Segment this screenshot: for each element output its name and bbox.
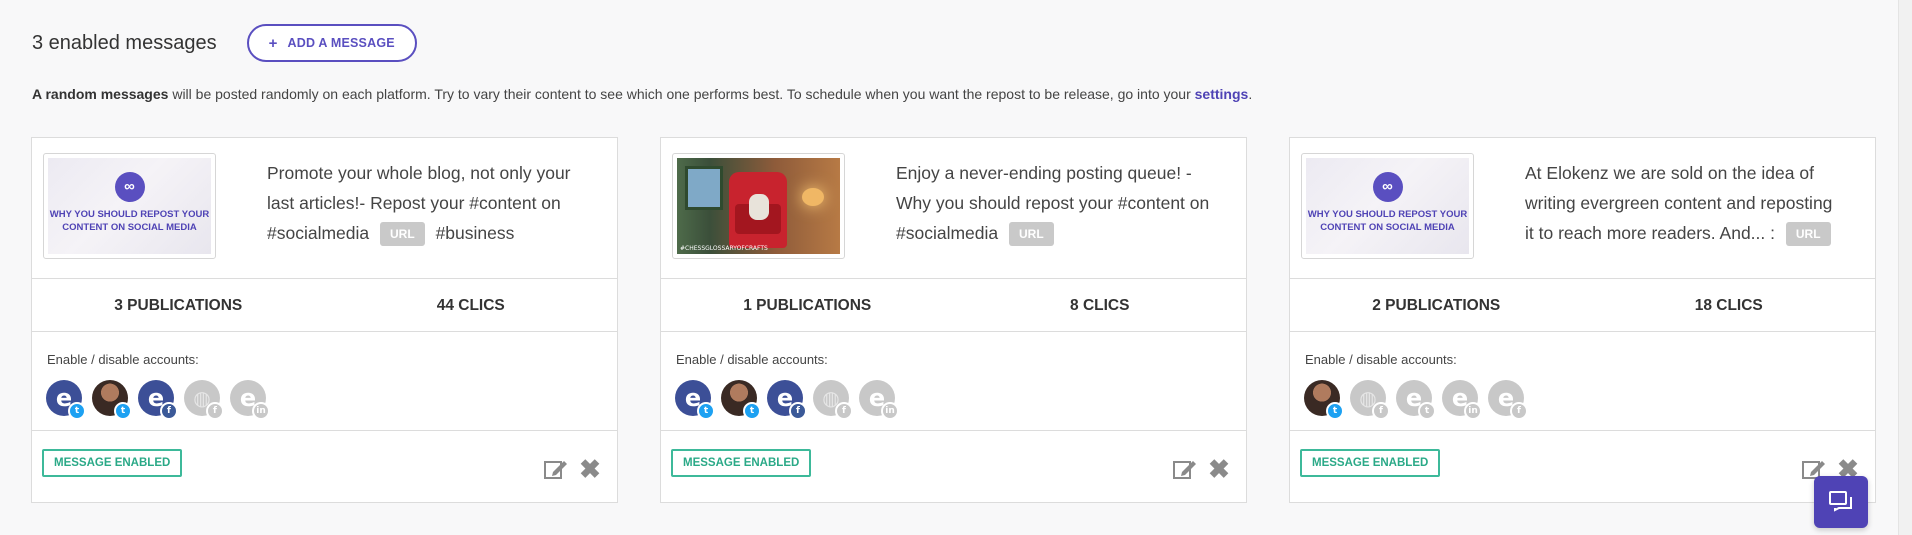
url-badge: URL: [380, 222, 425, 247]
account-toggle-linkedin[interactable]: e in: [230, 380, 270, 420]
facebook-icon: f: [1372, 402, 1390, 420]
twitter-icon: t: [114, 402, 132, 420]
enabled-messages-count: 3 enabled messages: [32, 31, 217, 54]
account-toggle-linkedin[interactable]: e in: [859, 380, 899, 420]
elokenz-logo-icon: ∞: [1372, 172, 1403, 202]
publications-count: 2 PUBLICATIONS: [1372, 297, 1501, 314]
account-toggle-twitter-personal[interactable]: t: [1304, 380, 1344, 420]
lamp-shape: [802, 188, 824, 206]
facebook-icon: f: [206, 402, 224, 420]
clics-count: 18 CLICS: [1694, 297, 1763, 314]
chat-button[interactable]: [1814, 476, 1868, 528]
twitter-icon: t: [68, 402, 86, 420]
facebook-icon: f: [789, 402, 807, 420]
message-text: At Elokenz we are sold on the idea of wr…: [1525, 158, 1839, 248]
info-body: will be posted randomly on each platform…: [168, 86, 1195, 102]
edit-icon[interactable]: [1172, 456, 1198, 482]
account-toggle-facebook[interactable]: ef: [767, 380, 807, 420]
plus-icon: +: [268, 34, 278, 52]
twitter-icon: t: [697, 402, 715, 420]
account-toggle-facebook[interactable]: ef: [138, 380, 178, 420]
message-image: #CHESSGLOSSARYOFCRAFTS: [672, 153, 845, 259]
publications-count: 3 PUBLICATIONS: [114, 297, 243, 314]
message-card: ∞ WHY YOU SHOULD REPOST YOUR CONTENT ON …: [31, 137, 618, 503]
info-bold: A random messages: [32, 86, 169, 102]
promo-image-text: WHY YOU SHOULD REPOST YOUR CONTENT ON SO…: [49, 209, 210, 233]
facebook-icon: f: [835, 402, 853, 420]
add-message-label: ADD A MESSAGE: [287, 36, 395, 50]
edit-icon[interactable]: [543, 456, 569, 482]
message-image: ∞ WHY YOU SHOULD REPOST YOUR CONTENT ON …: [1301, 153, 1474, 259]
info-text: A random messages will be posted randoml…: [32, 86, 1252, 102]
info-end: .: [1248, 86, 1253, 102]
account-toggle-facebook[interactable]: ef: [1488, 380, 1528, 420]
account-toggle-facebook-page[interactable]: ◍ f: [184, 380, 224, 420]
linkedin-icon: in: [252, 402, 270, 420]
settings-link[interactable]: settings: [1195, 86, 1249, 102]
facebook-icon: f: [1510, 402, 1528, 420]
account-toggle-linkedin[interactable]: e in: [1442, 380, 1482, 420]
add-message-button[interactable]: + ADD A MESSAGE: [246, 24, 417, 62]
twitter-icon: t: [1326, 402, 1344, 420]
facebook-icon: f: [160, 402, 178, 420]
accounts-label: Enable / disable accounts:: [676, 352, 828, 367]
message-enabled-button[interactable]: MESSAGE ENABLED: [42, 449, 183, 477]
elokenz-logo-icon: ∞: [114, 172, 145, 202]
twitter-icon: t: [743, 402, 761, 420]
account-toggle-twitter-personal[interactable]: t: [92, 380, 132, 420]
account-toggle-facebook-page[interactable]: ◍ f: [813, 380, 853, 420]
page-header: 3 enabled messages + ADD A MESSAGE: [32, 24, 417, 62]
message-text-tail: #business: [435, 223, 515, 243]
clics-count: 44 CLICS: [436, 297, 505, 314]
chat-icon: [1829, 491, 1852, 512]
url-badge: URL: [1785, 222, 1831, 247]
account-toggle-facebook-page[interactable]: ◍ f: [1350, 380, 1390, 420]
figure-shape: [749, 194, 769, 220]
account-toggle-twitter[interactable]: et: [46, 380, 86, 420]
promo-image-text: WHY YOU SHOULD REPOST YOUR CONTENT ON SO…: [1307, 209, 1468, 233]
account-toggle-twitter[interactable]: et: [1396, 380, 1436, 420]
publications-count: 1 PUBLICATIONS: [743, 297, 872, 314]
message-text: Enjoy a never-ending posting queue! - Wh…: [896, 158, 1210, 248]
image-caption: #CHESSGLOSSARYOFCRAFTS: [680, 245, 768, 252]
message-text: Promote your whole blog, not only your l…: [267, 158, 581, 248]
message-enabled-button[interactable]: MESSAGE ENABLED: [1300, 449, 1441, 477]
message-card: #CHESSGLOSSARYOFCRAFTS Enjoy a never-end…: [660, 137, 1247, 503]
scrollbar[interactable]: [1898, 0, 1912, 535]
delete-icon[interactable]: ✖: [577, 456, 603, 482]
account-toggle-twitter-personal[interactable]: t: [721, 380, 761, 420]
twitter-icon: t: [1418, 402, 1436, 420]
delete-icon[interactable]: ✖: [1206, 456, 1232, 482]
clics-count: 8 CLICS: [1070, 297, 1130, 314]
linkedin-icon: in: [881, 402, 899, 420]
accounts-label: Enable / disable accounts:: [47, 352, 199, 367]
message-card: ∞ WHY YOU SHOULD REPOST YOUR CONTENT ON …: [1289, 137, 1876, 503]
window-shape: [685, 166, 723, 210]
linkedin-icon: in: [1464, 402, 1482, 420]
message-image: ∞ WHY YOU SHOULD REPOST YOUR CONTENT ON …: [43, 153, 216, 259]
accounts-label: Enable / disable accounts:: [1305, 352, 1457, 367]
url-badge: URL: [1009, 222, 1054, 247]
message-enabled-button[interactable]: MESSAGE ENABLED: [671, 449, 812, 477]
account-toggle-twitter[interactable]: et: [675, 380, 715, 420]
